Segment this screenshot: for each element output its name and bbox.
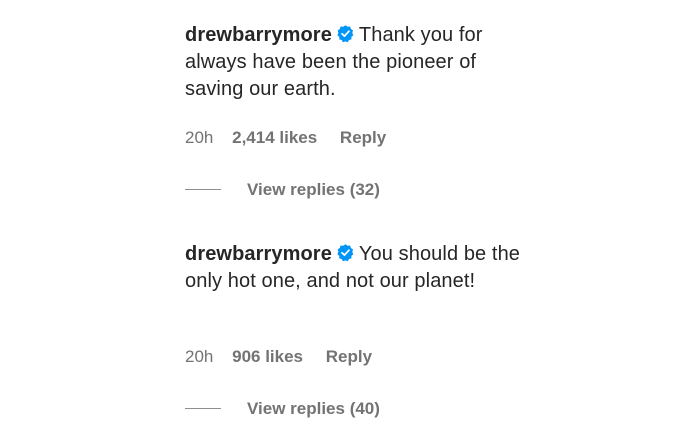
- replies-divider-line: [185, 189, 221, 191]
- view-replies-row: View replies (32): [185, 180, 380, 200]
- reply-button[interactable]: Reply: [326, 347, 372, 366]
- comment-meta: 20h 2,414 likes Reply: [185, 128, 386, 148]
- comment-body: drewbarrymore Thank you for always have b…: [185, 22, 525, 103]
- comment-meta: 20h 906 likes Reply: [185, 347, 372, 367]
- replies-divider-line: [185, 408, 221, 410]
- comment-body: drewbarrymore You should be the only hot …: [185, 241, 525, 295]
- view-replies-row: View replies (40): [185, 399, 380, 419]
- comment-username[interactable]: drewbarrymore: [185, 243, 332, 265]
- view-replies-button[interactable]: View replies (32): [247, 180, 380, 199]
- verified-badge-icon: [336, 243, 355, 262]
- comment-time[interactable]: 20h: [185, 128, 213, 147]
- comment-username[interactable]: drewbarrymore: [185, 24, 332, 46]
- view-replies-button[interactable]: View replies (40): [247, 399, 380, 418]
- reply-button[interactable]: Reply: [340, 128, 386, 147]
- comment-item: drewbarrymore Thank you for always have b…: [185, 22, 525, 199]
- verified-badge-icon: [336, 24, 355, 43]
- comment-time[interactable]: 20h: [185, 347, 213, 366]
- comment-item: drewbarrymore You should be the only hot …: [185, 241, 525, 418]
- comment-likes[interactable]: 2,414 likes: [232, 128, 317, 147]
- comment-likes[interactable]: 906 likes: [232, 347, 303, 366]
